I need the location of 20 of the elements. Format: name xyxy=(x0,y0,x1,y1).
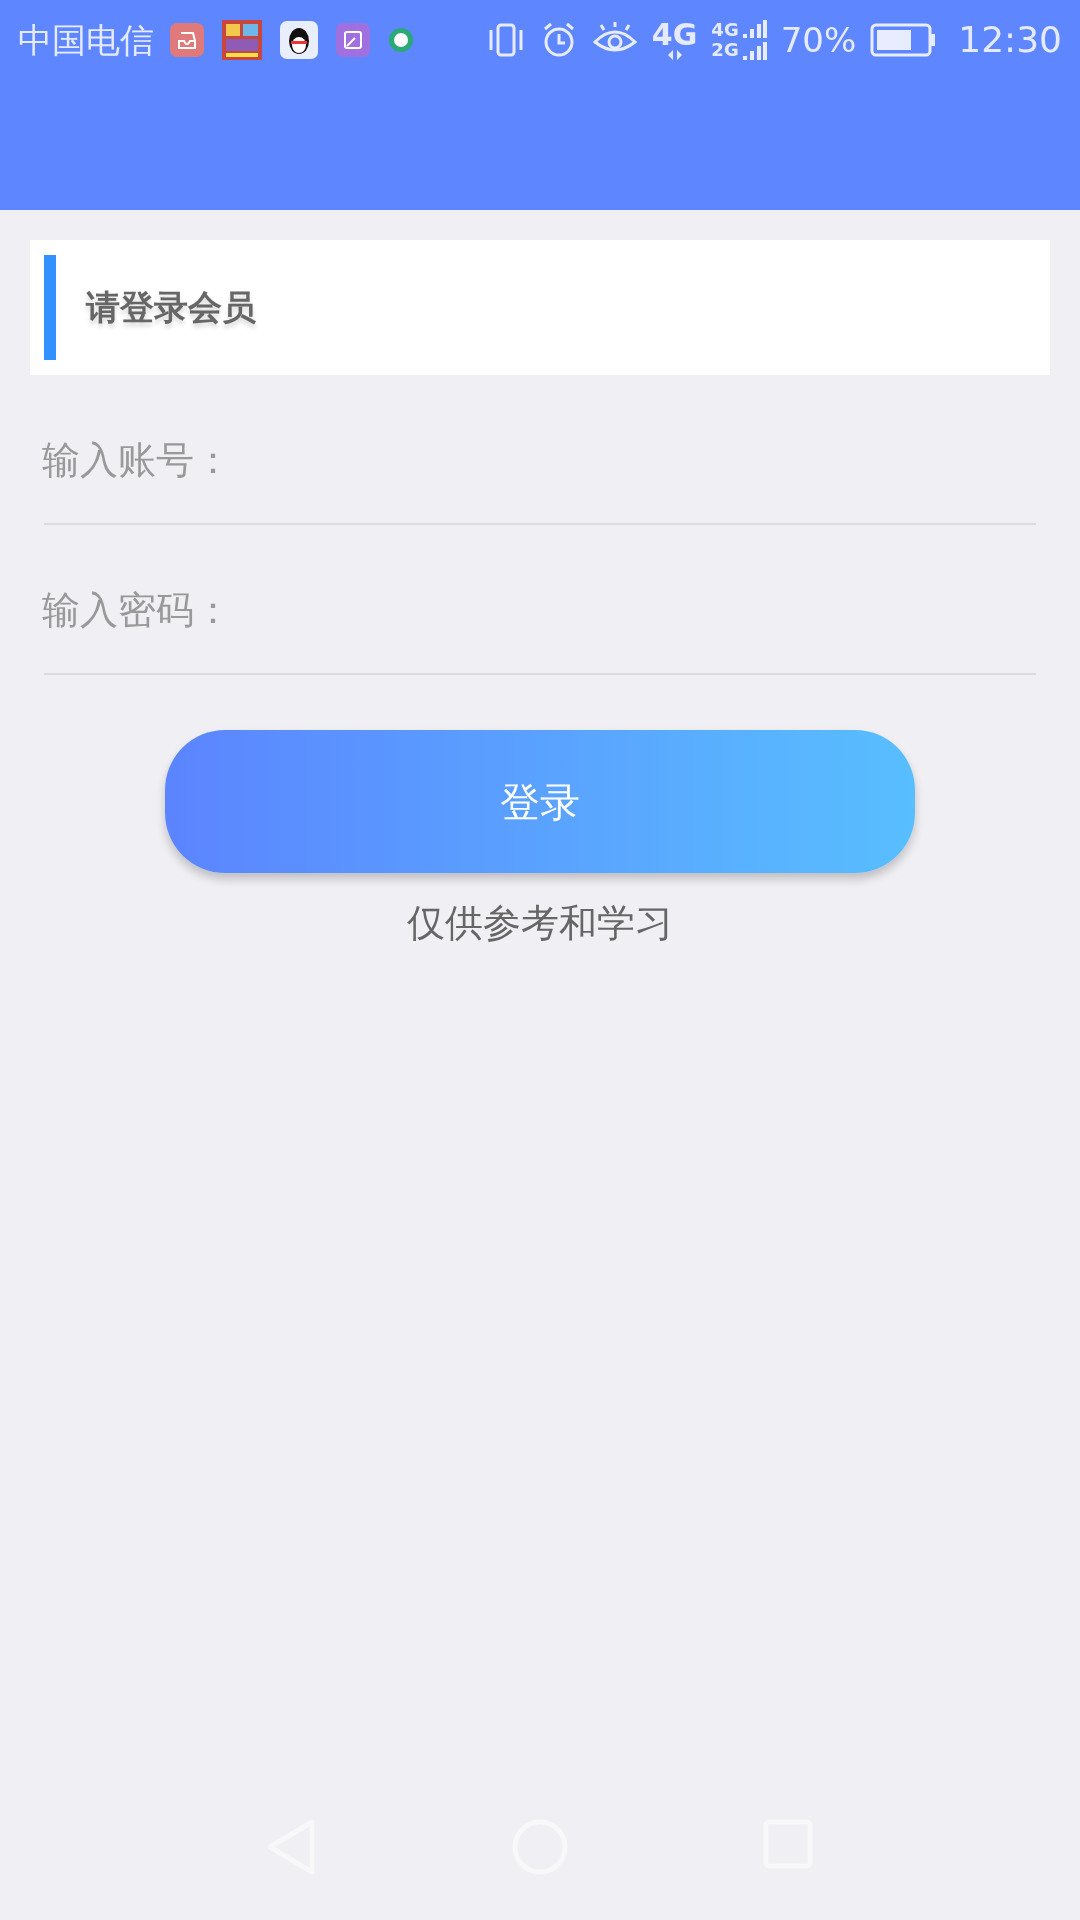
card-title: 请登录会员 xyxy=(86,286,256,329)
field-label: 输入账号： xyxy=(42,437,232,484)
image-icon xyxy=(336,23,370,57)
network-type: 4G xyxy=(711,20,739,40)
network-type: 2G xyxy=(711,40,739,60)
network-type: 4G xyxy=(651,20,698,50)
shell-icon xyxy=(388,27,414,53)
penguin-icon xyxy=(280,21,318,59)
carrier-name: 中国电信 xyxy=(18,23,154,57)
clock-time: 12:30 xyxy=(958,22,1062,58)
inbox-icon xyxy=(170,23,204,57)
login-button[interactable]: 登录 xyxy=(165,730,915,873)
battery-percent: 70% xyxy=(780,23,857,57)
app-icon xyxy=(222,20,262,60)
signal-icon xyxy=(742,20,767,60)
battery-icon xyxy=(870,23,937,57)
input-field[interactable]: 输入密码： xyxy=(44,525,1036,675)
field-label: 输入密码： xyxy=(42,587,232,634)
input-field[interactable]: 输入账号： xyxy=(44,375,1036,525)
footer-note: 仅供参考和学习 xyxy=(407,900,673,947)
